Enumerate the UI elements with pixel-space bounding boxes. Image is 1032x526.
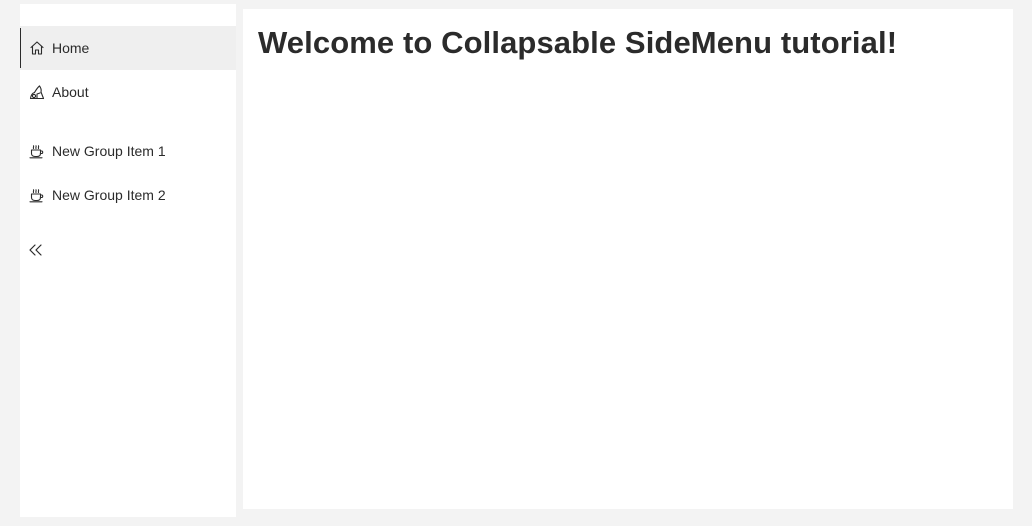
home-icon: [28, 39, 46, 57]
about-icon: [28, 83, 46, 101]
sidebar-item-label: About: [52, 84, 89, 100]
sidebar-item-home[interactable]: Home: [20, 26, 236, 70]
sidebar-primary-group: Home About: [20, 26, 236, 114]
sidebar-item-new-group-item-2[interactable]: New Group Item 2: [20, 173, 236, 217]
sidebar-item-label: Home: [52, 40, 90, 56]
sidebar-item-label: New Group Item 1: [52, 143, 166, 159]
sidebar-item-new-group-item-1[interactable]: New Group Item 1: [20, 129, 236, 173]
page-title: Welcome to Collapsable SideMenu tutorial…: [258, 25, 898, 60]
coffee-cup-icon: [28, 186, 46, 204]
main-content: Welcome to Collapsable SideMenu tutorial…: [243, 9, 1013, 509]
sidebar-new-group: New Group Item 1 New Group Item 2: [20, 129, 236, 217]
sidebar-item-label: New Group Item 2: [52, 187, 166, 203]
sidebar-item-about[interactable]: About: [20, 70, 236, 114]
coffee-cup-icon: [28, 142, 46, 160]
collapse-menu-button[interactable]: [25, 239, 47, 261]
double-chevron-left-icon: [27, 243, 45, 257]
side-menu: Home About New Group Item 1 New Group It…: [20, 4, 236, 517]
